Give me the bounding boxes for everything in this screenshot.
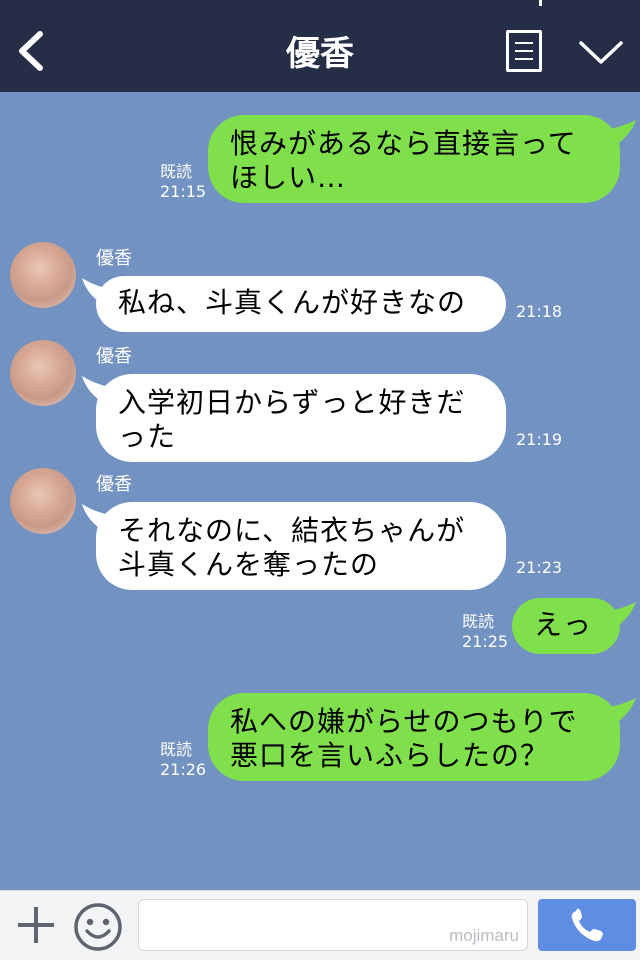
message-bubble[interactable]: それなのに、結衣ちゃんが 斗真くんを奪ったの	[96, 502, 506, 590]
read-label: 既読	[462, 612, 495, 631]
message-time: 21:25	[462, 632, 509, 651]
input-bar: mojimaru	[0, 890, 640, 960]
message-bubble[interactable]: 入学初日からずっと好きだ った	[96, 374, 506, 462]
message-line: えっ	[534, 608, 593, 641]
read-label: 既読	[160, 162, 193, 181]
status-tick	[539, 0, 542, 6]
call-button[interactable]	[538, 899, 636, 951]
message-line: 私への嫌がらせのつもりで	[230, 705, 578, 738]
sender-name: 優香	[96, 474, 132, 495]
sender-name: 優香	[96, 248, 132, 269]
avatar[interactable]	[10, 242, 76, 308]
message-line: 入学初日からずっと好きだ	[118, 386, 466, 419]
read-label: 既読	[160, 740, 193, 759]
message-status: 既読 21:15	[160, 162, 206, 202]
smile-icon[interactable]	[72, 901, 124, 953]
message-line: った	[118, 420, 177, 454]
message-status: 既読 21:25	[462, 612, 508, 652]
phone-icon	[571, 908, 603, 942]
message-input[interactable]: mojimaru	[138, 899, 528, 951]
message-bubble[interactable]: 私への嫌がらせのつもりで 悪口を言いふらしたの？	[208, 693, 620, 781]
message-time: 21:19	[516, 430, 563, 449]
sender-name: 優香	[96, 346, 132, 367]
message-line: 悪口を言いふらしたの？	[230, 739, 550, 773]
avatar[interactable]	[10, 468, 76, 534]
message-time: 21:26	[160, 760, 207, 779]
menu-icon[interactable]	[506, 30, 542, 72]
watermark: mojimaru	[449, 926, 519, 945]
chat-header: 優香	[0, 0, 640, 92]
message-time: 21:23	[516, 558, 563, 577]
message-bubble[interactable]: えっ	[512, 598, 620, 654]
message-status: 既読 21:26	[160, 740, 206, 780]
message-line: ほしい…	[230, 161, 347, 195]
message-time: 21:15	[160, 182, 207, 201]
chat-title: 優香	[286, 34, 354, 74]
message-line: それなのに、結衣ちゃんが	[118, 514, 466, 547]
message-time: 21:18	[516, 302, 563, 321]
plus-icon[interactable]	[16, 903, 56, 947]
message-line: 私ね、斗真くんが好きなの	[118, 286, 467, 319]
chevron-down-icon[interactable]	[578, 38, 624, 68]
avatar[interactable]	[10, 340, 76, 406]
message-bubble[interactable]: 恨みがあるなら直接言って ほしい…	[208, 115, 620, 203]
message-line: 斗真くんを奪ったの	[118, 548, 380, 582]
message-line: 恨みがあるなら直接言って	[230, 127, 577, 160]
chevron-left-icon[interactable]	[14, 30, 48, 72]
message-bubble[interactable]: 私ね、斗真くんが好きなの	[96, 276, 506, 332]
